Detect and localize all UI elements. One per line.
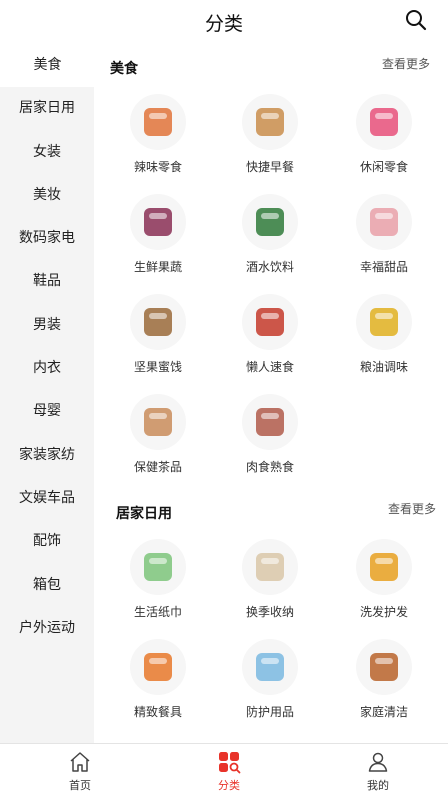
category-cell-label: 坚果蜜饯 [133,360,182,374]
sidebar-item[interactable]: 数码家电 [0,217,94,260]
bottom-tab-bar: 首页 分类 我的 [0,743,448,798]
category-cell-label: 粮油调味 [359,360,408,374]
mask-icon [242,639,298,695]
spicy-snack-icon [130,94,186,150]
category-cell[interactable]: 肉食熟食 [220,394,320,475]
tab-mine[interactable]: 我的 [338,750,418,793]
category-cell[interactable]: 生活纸巾 [108,539,208,620]
sidebar-item[interactable]: 家装家纺 [0,434,94,477]
category-cell[interactable]: 家庭清洁 [334,639,434,720]
sidebar-item[interactable]: 母婴 [0,390,94,433]
category-cell-label: 辣味零食 [133,160,182,174]
category-content: 美食 查看更多 居家日用 查看更多 辣味零食 快捷早餐 休闲零食生鲜果蔬 酒水饮料 幸福… [94,44,448,744]
category-cell[interactable]: 精致餐具 [108,639,208,720]
category-cell-label: 生活纸巾 [133,605,182,619]
view-more-food[interactable]: 查看更多 [382,55,430,72]
category-cell[interactable]: 保健茶品 [108,394,208,475]
category-cell[interactable]: 酒水饮料 [220,194,320,275]
macaron-icon [356,194,412,250]
category-cell[interactable]: 坚果蜜饯 [108,294,208,375]
category-sidebar: 美食 居家日用 女装 美妆 数码家电 鞋品 男装 内衣 母婴 家装家纺 文娱车品 配饰 箱包 户外运动 [0,44,95,744]
category-cell-label: 换季收纳 [245,605,294,619]
cleaner-icon [356,639,412,695]
meat-icon [242,394,298,450]
tab-mine-label: 我的 [367,779,389,792]
sidebar-item[interactable]: 文娱车品 [0,477,94,520]
tab-home-label: 首页 [69,779,91,792]
nuts-icon [130,294,186,350]
cooking-oil-icon [356,294,412,350]
pot-icon [130,639,186,695]
category-cell[interactable]: 粮油调味 [334,294,434,375]
sidebar-item[interactable]: 配饰 [0,520,94,563]
sidebar-item[interactable]: 男装 [0,304,94,347]
drinks-icon [242,194,298,250]
storage-box-icon [242,539,298,595]
section-title-food: 美食 [110,61,138,77]
header: 分类 [0,0,448,44]
bread-icon [242,94,298,150]
sidebar-item[interactable]: 女装 [0,131,94,174]
sidebar-item[interactable]: 箱包 [0,564,94,607]
sidebar-item[interactable]: 鞋品 [0,260,94,303]
tissue-icon [130,539,186,595]
category-icon [219,752,241,774]
category-cell-label: 生鲜果蔬 [133,260,182,274]
category-cell-label: 肉食熟食 [245,460,294,474]
category-cell-label: 保健茶品 [133,460,182,474]
home-icon [70,752,90,772]
tab-category[interactable]: 分类 [189,750,269,793]
category-cell[interactable]: 防护用品 [220,639,320,720]
category-cell[interactable]: 生鲜果蔬 [108,194,208,275]
view-more-household[interactable]: 查看更多 [388,500,436,517]
category-cell-label: 懒人速食 [245,360,294,374]
tea-icon [130,394,186,450]
category-cell[interactable]: 辣味零食 [108,94,208,175]
sidebar-item[interactable]: 户外运动 [0,607,94,650]
instant-noodle-icon [242,294,298,350]
sidebar-item[interactable]: 内衣 [0,347,94,390]
user-icon [368,752,388,772]
sidebar-item[interactable]: 居家日用 [0,87,94,130]
snack-bag-icon [356,94,412,150]
category-cell-label: 快捷早餐 [245,160,294,174]
category-cell-label: 家庭清洁 [359,705,408,719]
category-cell[interactable]: 休闲零食 [334,94,434,175]
category-cell-label: 精致餐具 [133,705,182,719]
category-cell-label: 防护用品 [245,705,294,719]
category-cell[interactable]: 幸福甜品 [334,194,434,275]
category-cell[interactable]: 快捷早餐 [220,94,320,175]
search-icon[interactable] [404,8,428,32]
sidebar-item[interactable]: 美妆 [0,174,94,217]
category-cell[interactable]: 懒人速食 [220,294,320,375]
category-cell-label: 洗发护发 [359,605,408,619]
sidebar-item[interactable]: 美食 [0,44,95,88]
shampoo-icon [356,539,412,595]
fruit-icon [130,194,186,250]
category-cell[interactable]: 洗发护发 [334,539,434,620]
category-cell-label: 休闲零食 [359,160,408,174]
category-cell-label: 酒水饮料 [245,260,294,274]
tab-category-label: 分类 [218,779,240,792]
page-title: 分类 [204,13,243,35]
tab-home[interactable]: 首页 [40,750,120,793]
category-cell-label: 幸福甜品 [359,260,408,274]
section-title-household: 居家日用 [116,506,172,522]
category-cell[interactable]: 换季收纳 [220,539,320,620]
